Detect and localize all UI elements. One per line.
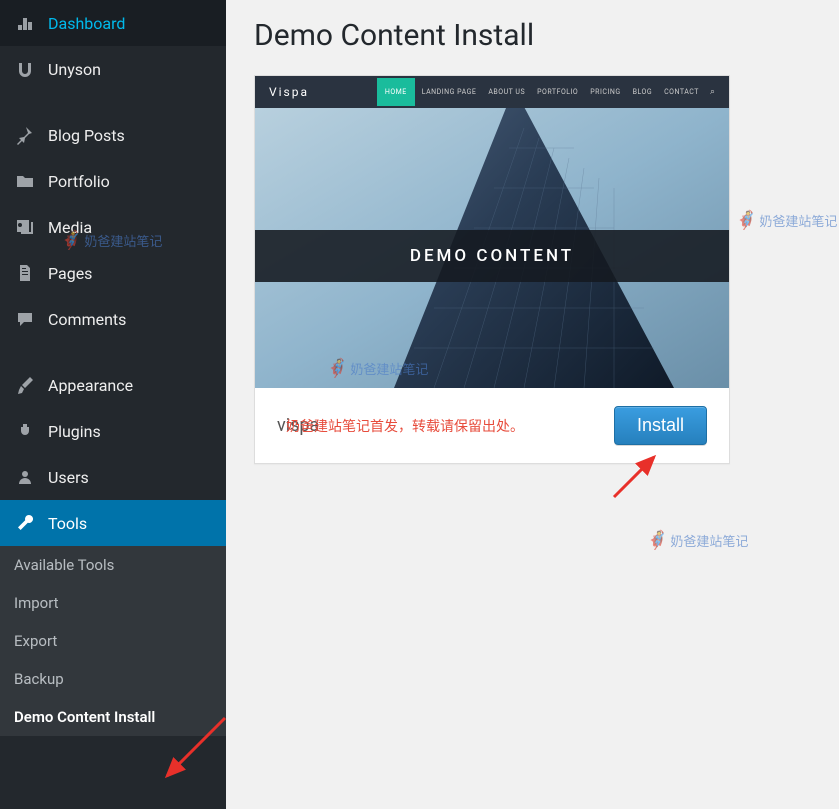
submenu-backup[interactable]: Backup xyxy=(0,660,226,698)
sidebar-label: Users xyxy=(48,468,89,487)
preview-topbar: Vispa HOME LANDING PAGE ABOUT US PORTFOL… xyxy=(255,76,729,108)
pages-icon xyxy=(14,262,36,284)
sidebar-label: Comments xyxy=(48,310,126,329)
wrench-icon xyxy=(14,512,36,534)
sidebar-label: Tools xyxy=(48,514,87,533)
sidebar-item-appearance[interactable]: Appearance xyxy=(0,362,226,408)
unyson-icon xyxy=(14,58,36,80)
sidebar-item-media[interactable]: Media xyxy=(0,204,226,250)
sidebar-label: Portfolio xyxy=(48,172,110,191)
install-button[interactable]: Install xyxy=(614,406,707,445)
preview-nav-item: PORTFOLIO xyxy=(532,84,583,100)
sidebar-label: Unyson xyxy=(48,60,101,79)
sidebar-item-unyson[interactable]: Unyson xyxy=(0,46,226,92)
page-title: Demo Content Install xyxy=(254,18,811,53)
sidebar-item-users[interactable]: Users xyxy=(0,454,226,500)
sidebar-label: Appearance xyxy=(48,376,133,395)
demo-card: Vispa HOME LANDING PAGE ABOUT US PORTFOL… xyxy=(254,75,730,464)
sidebar-item-blog-posts[interactable]: Blog Posts xyxy=(0,112,226,158)
user-icon xyxy=(14,466,36,488)
sidebar-item-dashboard[interactable]: Dashboard xyxy=(0,0,226,46)
sidebar-item-pages[interactable]: Pages xyxy=(0,250,226,296)
sidebar-item-plugins[interactable]: Plugins xyxy=(0,408,226,454)
submenu-export[interactable]: Export xyxy=(0,622,226,660)
preview-nav-item: CONTACT xyxy=(659,84,704,100)
preview-nav-item: LANDING PAGE xyxy=(417,84,482,100)
submenu-import[interactable]: Import xyxy=(0,584,226,622)
sidebar-label: Media xyxy=(48,218,92,237)
overlay-attribution: 奶爸建站笔记首发，转载请保留出处。 xyxy=(286,416,524,436)
sidebar-label: Pages xyxy=(48,264,92,283)
preview-nav-item: ABOUT US xyxy=(483,84,530,100)
media-icon xyxy=(14,216,36,238)
plug-icon xyxy=(14,420,36,442)
sidebar-label: Dashboard xyxy=(48,14,125,33)
sidebar-item-tools[interactable]: Tools xyxy=(0,500,226,546)
search-icon: ⌕ xyxy=(710,87,715,97)
demo-band-text: DEMO CONTENT xyxy=(410,246,574,266)
admin-sidebar: Dashboard Unyson Blog Posts Portfolio Me… xyxy=(0,0,226,809)
demo-preview: Vispa HOME LANDING PAGE ABOUT US PORTFOL… xyxy=(255,76,729,388)
submenu-demo-content-install[interactable]: Demo Content Install xyxy=(0,698,226,736)
watermark-icon: 🦸奶爸建站笔记 xyxy=(646,530,748,551)
brush-icon xyxy=(14,374,36,396)
sidebar-item-comments[interactable]: Comments xyxy=(0,296,226,342)
main-content: Demo Content Install Vispa HOME LANDING … xyxy=(226,0,839,809)
tools-submenu: Available Tools Import Export Backup Dem… xyxy=(0,546,226,736)
preview-nav-item: PRICING xyxy=(585,84,625,100)
preview-logo: Vispa xyxy=(269,85,309,99)
dashboard-icon xyxy=(14,12,36,34)
sidebar-label: Plugins xyxy=(48,422,101,441)
preview-nav-item: BLOG xyxy=(628,84,658,100)
folder-icon xyxy=(14,170,36,192)
comment-icon xyxy=(14,308,36,330)
pin-icon xyxy=(14,124,36,146)
preview-nav: HOME LANDING PAGE ABOUT US PORTFOLIO PRI… xyxy=(377,78,715,106)
sidebar-label: Blog Posts xyxy=(48,126,125,145)
submenu-available-tools[interactable]: Available Tools xyxy=(0,546,226,584)
preview-nav-home: HOME xyxy=(377,78,415,106)
sidebar-item-portfolio[interactable]: Portfolio xyxy=(0,158,226,204)
demo-band: DEMO CONTENT xyxy=(255,230,729,282)
